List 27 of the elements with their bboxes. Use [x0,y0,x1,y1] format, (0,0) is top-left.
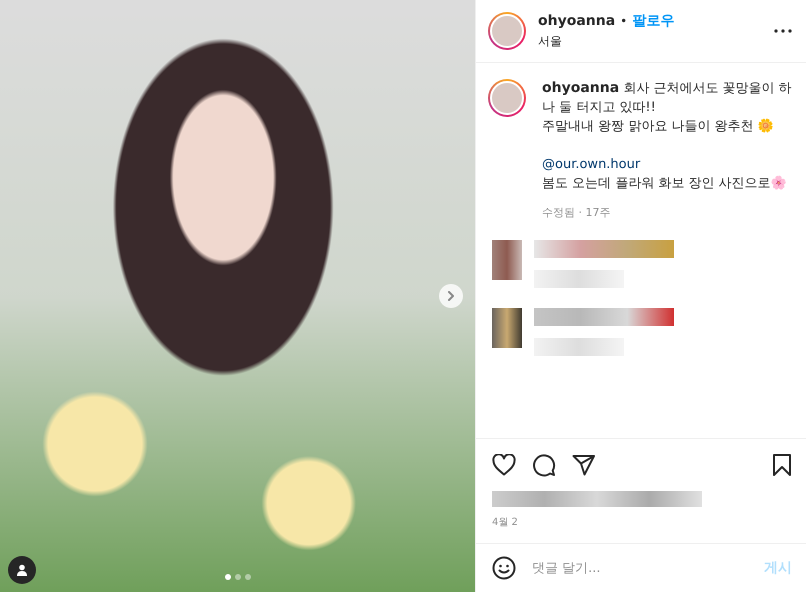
heart-icon [492,454,516,476]
caption-text: ohyoanna 회사 근처에서도 꽃망울이 하나 둘 터지고 있따!! 주말내내 왕짱 맑아요 나들이 왕추천 🌼 @our.own.hour 봄도 오는데 플라워 화보 장인 사진으로🌸 [542,79,792,193]
paper-plane-icon [572,454,596,476]
pixelated-avatar [492,308,522,348]
username-link[interactable]: ohyoanna [538,13,616,29]
mention-link[interactable]: @our.own.hour [542,157,640,172]
next-button[interactable] [439,284,463,308]
comment-button[interactable] [532,453,556,477]
post-date: 4월 2 [491,516,519,530]
username-link[interactable]: ohyoanna [542,80,620,96]
share-button[interactable] [572,454,596,476]
profile-avatar[interactable] [488,12,526,50]
speech-bubble-icon [532,453,556,477]
profile-avatar[interactable] [488,79,526,117]
more-icon [774,29,792,33]
pixelated-avatar [492,240,522,280]
more-options-button[interactable] [774,29,792,33]
smiley-icon [492,556,516,580]
separator-dot: • [620,14,628,28]
chevron-right-icon [446,291,456,301]
person-icon [16,564,28,576]
edited-time-text: 수정됨 · 17주 [542,205,612,220]
like-button[interactable] [492,454,516,476]
bookmark-icon [772,453,792,477]
location-text: 서울 [538,33,563,50]
save-button[interactable] [772,453,792,477]
user-tags-button[interactable] [8,556,36,584]
